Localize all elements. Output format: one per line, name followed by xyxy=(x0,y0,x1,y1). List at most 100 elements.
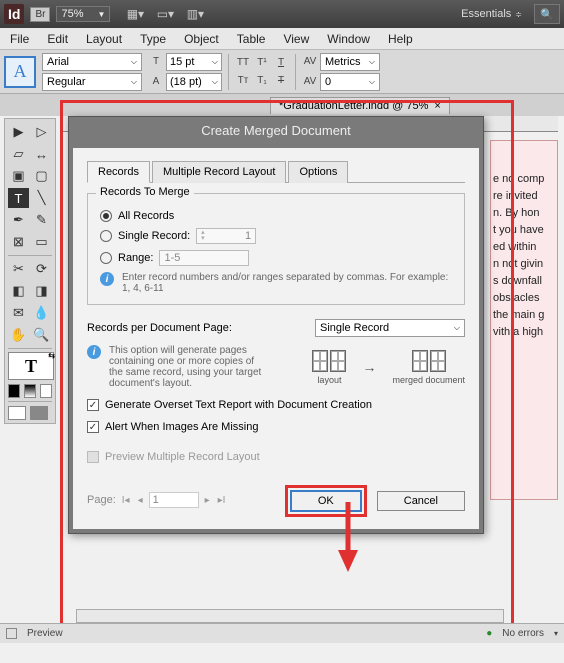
bottom-ruler xyxy=(76,609,504,623)
checkbox-overset-report[interactable] xyxy=(87,399,99,411)
subscript-icon[interactable]: T₁ xyxy=(254,73,270,89)
rectangle-frame-tool[interactable]: ⊠ xyxy=(8,232,29,252)
zoom-tool[interactable]: 🔍 xyxy=(31,325,52,345)
smallcaps-icon[interactable]: Tᴛ xyxy=(235,73,251,89)
next-page-icon[interactable]: ▸ xyxy=(203,495,212,506)
menu-object[interactable]: Object xyxy=(184,32,219,46)
records-to-merge-group: Records To Merge All Records Single Reco… xyxy=(87,193,465,305)
content-collector-tool[interactable]: ▣ xyxy=(8,166,29,186)
radio-all-records[interactable] xyxy=(100,210,112,222)
prev-page-icon[interactable]: ◂ xyxy=(136,495,145,506)
leading-icon: A xyxy=(148,74,164,90)
fill-stroke-swatch[interactable]: T⇆ xyxy=(8,352,54,380)
app-bar: Id Br 75%▼ ▦▾ ▭▾ ▥▾ Essentials≑ 🔍 xyxy=(0,0,564,28)
eyedropper-tool[interactable]: 💧 xyxy=(31,303,52,323)
preview-checkbox[interactable] xyxy=(6,628,17,639)
font-family-select[interactable]: Arial⌵ xyxy=(42,53,142,71)
radio-range-label: Range: xyxy=(118,252,153,264)
checkbox-overset-label: Generate Overset Text Report with Docume… xyxy=(105,399,372,411)
menu-type[interactable]: Type xyxy=(140,32,166,46)
preview-mode[interactable] xyxy=(30,406,48,420)
apply-color[interactable] xyxy=(8,384,20,398)
menu-file[interactable]: File xyxy=(10,32,29,46)
apply-gradient[interactable] xyxy=(24,384,36,398)
workspace-switcher[interactable]: Essentials≑ xyxy=(461,8,522,20)
radio-single-record[interactable] xyxy=(100,230,112,242)
tab-options[interactable]: Options xyxy=(288,161,348,183)
errors-label: No errors xyxy=(502,628,544,639)
page-number-input[interactable] xyxy=(149,492,199,508)
range-hint-text: Enter record numbers and/or ranges separ… xyxy=(122,272,452,294)
arrow-right-icon: → xyxy=(362,359,376,375)
info-icon: i xyxy=(87,345,101,359)
menu-table[interactable]: Table xyxy=(237,32,266,46)
range-input[interactable]: 1-5 xyxy=(159,250,249,266)
underline-icon[interactable]: T xyxy=(273,55,289,71)
font-style-select[interactable]: Regular⌵ xyxy=(42,73,142,91)
type-tool[interactable]: T xyxy=(8,188,29,208)
allcaps-icon[interactable]: TT xyxy=(235,55,251,71)
apply-none[interactable] xyxy=(40,384,52,398)
document-tab[interactable]: *GraduationLetter.indd @ 75% × xyxy=(270,97,450,114)
status-bar: Preview ● No errors ▾ xyxy=(0,623,564,643)
preview-label: Preview xyxy=(27,628,63,639)
dialog-title: Create Merged Document xyxy=(69,117,483,144)
ok-button-highlight: OK xyxy=(285,485,367,517)
font-size-input[interactable]: 15 pt⌵ xyxy=(166,53,222,71)
screen-mode-icon[interactable]: ▭▾ xyxy=(154,6,176,22)
menu-help[interactable]: Help xyxy=(388,32,413,46)
cancel-button[interactable]: Cancel xyxy=(377,491,465,511)
view-options-icon[interactable]: ▦▾ xyxy=(124,6,146,22)
normal-mode[interactable] xyxy=(8,406,26,420)
scissors-tool[interactable]: ✂ xyxy=(8,259,29,279)
records-per-page-label: Records per Document Page: xyxy=(87,322,232,334)
close-tab-icon[interactable]: × xyxy=(434,100,440,112)
checkbox-alert-images[interactable] xyxy=(87,421,99,433)
leading-input[interactable]: (18 pt)⌵ xyxy=(166,73,222,91)
records-per-page-select[interactable]: Single Record⌵ xyxy=(315,319,465,337)
gradient-swatch-tool[interactable]: ◧ xyxy=(8,281,29,301)
radio-range[interactable] xyxy=(100,252,112,264)
menu-window[interactable]: Window xyxy=(327,32,370,46)
layout-diagram: layout → merged document xyxy=(312,350,465,385)
menu-edit[interactable]: Edit xyxy=(47,32,68,46)
radio-all-label: All Records xyxy=(118,210,174,222)
control-bar: A Arial⌵ Regular⌵ T 15 pt⌵ A (18 pt)⌵ TT… xyxy=(0,50,564,94)
zoom-select[interactable]: 75%▼ xyxy=(56,6,110,22)
ok-button[interactable]: OK xyxy=(290,490,362,512)
rectangle-tool[interactable]: ▭ xyxy=(31,232,52,252)
character-formatting-icon[interactable]: A xyxy=(4,56,36,88)
strike-icon[interactable]: T xyxy=(273,73,289,89)
content-placer-tool[interactable]: ▢ xyxy=(31,166,52,186)
note-tool[interactable]: ✉ xyxy=(8,303,29,323)
page-tool[interactable]: ▱ xyxy=(8,144,29,164)
line-tool[interactable]: ╲ xyxy=(31,188,52,208)
pencil-tool[interactable]: ✎ xyxy=(31,210,52,230)
app-logo: Id xyxy=(4,4,24,24)
direct-selection-tool[interactable]: ▷ xyxy=(31,122,52,142)
superscript-icon[interactable]: T¹ xyxy=(254,55,270,71)
single-record-stepper[interactable]: ▴▾1 xyxy=(196,228,256,244)
pen-tool[interactable]: ✒ xyxy=(8,210,29,230)
arrange-icon[interactable]: ▥▾ xyxy=(184,6,206,22)
page-navigator: Page: I◂ ◂ ▸ ▸I xyxy=(87,492,227,508)
first-page-icon[interactable]: I◂ xyxy=(120,495,132,506)
hand-tool[interactable]: ✋ xyxy=(8,325,29,345)
menu-layout[interactable]: Layout xyxy=(86,32,122,46)
checkbox-preview-layout xyxy=(87,451,99,463)
menu-view[interactable]: View xyxy=(283,32,309,46)
kerning-select[interactable]: Metrics⌵ xyxy=(320,53,380,71)
search-icon[interactable]: 🔍 xyxy=(534,4,560,24)
fieldset-legend: Records To Merge xyxy=(96,186,194,198)
selection-tool[interactable]: ▶ xyxy=(8,122,29,142)
tab-records[interactable]: Records xyxy=(87,161,150,183)
gap-tool[interactable]: ↔ xyxy=(31,144,52,164)
document-text-fragment: e no compre invitedn. By hon t you havee… xyxy=(490,140,558,500)
gradient-feather-tool[interactable]: ◨ xyxy=(31,281,52,301)
free-transform-tool[interactable]: ⟳ xyxy=(31,259,52,279)
bridge-badge[interactable]: Br xyxy=(30,7,50,22)
last-page-icon[interactable]: ▸I xyxy=(216,495,228,506)
tracking-select[interactable]: 0⌵ xyxy=(320,73,380,91)
rpp-hint-text: This option will generate pages containi… xyxy=(109,345,267,389)
tab-multiple-record-layout[interactable]: Multiple Record Layout xyxy=(152,161,287,183)
